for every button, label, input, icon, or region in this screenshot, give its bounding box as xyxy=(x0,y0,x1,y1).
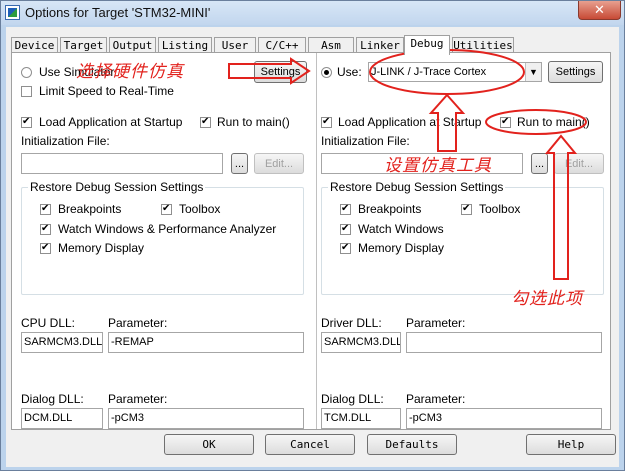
tab-debug[interactable]: Debug xyxy=(404,35,450,55)
left-edit-button: Edit... xyxy=(254,153,304,174)
left-memory-checkbox[interactable] xyxy=(40,243,51,254)
left-restore-title: Restore Debug Session Settings xyxy=(28,180,206,194)
tab-output[interactable]: Output xyxy=(109,37,156,53)
app-icon xyxy=(5,5,20,20)
simulator-settings-button[interactable]: Settings xyxy=(254,61,307,83)
annotation-select-hardware: 选择硬件仿真 xyxy=(76,62,184,82)
cpu-dll-input[interactable]: SARMCM3.DLL xyxy=(21,332,103,353)
right-init-file-label: Initialization File: xyxy=(321,134,410,148)
left-dialog-param-input[interactable]: -pCM3 xyxy=(108,408,304,429)
limit-speed-checkbox[interactable] xyxy=(21,86,32,97)
left-run-to-main-checkbox[interactable] xyxy=(200,117,211,128)
right-breakpoints-checkbox[interactable] xyxy=(340,204,351,215)
left-run-to-main-label: Run to main() xyxy=(217,115,290,129)
defaults-button[interactable]: Defaults xyxy=(367,434,457,455)
cpu-dll-label: CPU DLL: xyxy=(21,316,76,330)
ok-button[interactable]: OK xyxy=(164,434,254,455)
left-dialog-dll-input[interactable]: DCM.DLL xyxy=(21,408,103,429)
left-dialog-param-label: Parameter: xyxy=(108,392,168,406)
title-bar[interactable]: Options for Target 'STM32-MINI' ✕ xyxy=(1,1,624,25)
use-driver-radio[interactable] xyxy=(321,67,332,78)
right-dialog-dll-input[interactable]: TCM.DLL xyxy=(321,408,401,429)
left-toolbox-label: Toolbox xyxy=(179,202,221,216)
right-run-to-main-label: Run to main() xyxy=(517,115,590,129)
right-memory-checkbox[interactable] xyxy=(340,243,351,254)
left-init-file-label: Initialization File: xyxy=(21,134,110,148)
tab-utilities[interactable]: Utilities xyxy=(452,37,514,53)
right-restore-group: Restore Debug Session Settings Breakpoin… xyxy=(321,180,604,295)
driver-select[interactable]: J-LINK / J-Trace Cortex ▼ xyxy=(368,62,542,82)
annotation-check-this: 勾选此项 xyxy=(511,289,583,309)
right-dialog-param-input[interactable]: -pCM3 xyxy=(406,408,602,429)
debug-page: Use Simulator Settings Limit Speed to Re… xyxy=(11,52,611,430)
left-watch-label: Watch Windows & Performance Analyzer xyxy=(58,222,277,236)
driver-param-input[interactable] xyxy=(406,332,602,353)
annotation-set-tool: 设置仿真工具 xyxy=(384,156,492,176)
left-memory-label: Memory Display xyxy=(58,241,145,255)
tab-device[interactable]: Device xyxy=(11,37,58,53)
column-divider xyxy=(316,53,317,429)
use-simulator-radio[interactable] xyxy=(21,67,32,78)
left-breakpoints-checkbox[interactable] xyxy=(40,204,51,215)
tab-listing[interactable]: Listing xyxy=(158,37,212,53)
right-run-to-main-checkbox[interactable] xyxy=(500,117,511,128)
dialog-client: Device Target Output Listing User C/C++ … xyxy=(6,27,619,467)
driver-select-value: J-LINK / J-Trace Cortex xyxy=(371,66,487,78)
left-restore-group: Restore Debug Session Settings Breakpoin… xyxy=(21,180,304,295)
tab-target[interactable]: Target xyxy=(60,37,107,53)
left-watch-checkbox[interactable] xyxy=(40,224,51,235)
driver-settings-button[interactable]: Settings xyxy=(548,61,603,83)
right-watch-label: Watch Windows xyxy=(358,222,444,236)
chevron-down-icon[interactable]: ▼ xyxy=(525,63,541,81)
tab-asm[interactable]: Asm xyxy=(308,37,354,53)
right-load-app-label: Load Application at Startup xyxy=(338,115,482,129)
tab-user[interactable]: User xyxy=(214,37,256,53)
left-browse-button[interactable]: ... xyxy=(231,153,248,174)
left-toolbox-checkbox[interactable] xyxy=(161,204,172,215)
right-edit-button: Edit... xyxy=(554,153,604,174)
left-init-file-input[interactable] xyxy=(21,153,223,174)
driver-dll-input[interactable]: SARMCM3.DLL xyxy=(321,332,401,353)
right-toolbox-checkbox[interactable] xyxy=(461,204,472,215)
right-dialog-dll-label: Dialog DLL: xyxy=(321,392,384,406)
right-browse-button[interactable]: ... xyxy=(531,153,548,174)
driver-param-label: Parameter: xyxy=(406,316,466,330)
dialog-window: Options for Target 'STM32-MINI' ✕ Device… xyxy=(0,0,625,471)
tab-linker[interactable]: Linker xyxy=(356,37,404,53)
limit-speed-label: Limit Speed to Real-Time xyxy=(39,84,174,98)
right-load-app-checkbox[interactable] xyxy=(321,117,332,128)
help-button[interactable]: Help xyxy=(526,434,616,455)
window-title: Options for Target 'STM32-MINI' xyxy=(25,5,211,20)
cpu-param-input[interactable]: -REMAP xyxy=(108,332,304,353)
tab-c-cpp[interactable]: C/C++ xyxy=(258,37,306,53)
left-dialog-dll-label: Dialog DLL: xyxy=(21,392,84,406)
driver-dll-label: Driver DLL: xyxy=(321,316,382,330)
left-breakpoints-label: Breakpoints xyxy=(58,202,122,216)
right-toolbox-label: Toolbox xyxy=(479,202,521,216)
right-dialog-param-label: Parameter: xyxy=(406,392,466,406)
cpu-param-label: Parameter: xyxy=(108,316,168,330)
cancel-button[interactable]: Cancel xyxy=(265,434,355,455)
close-button[interactable]: ✕ xyxy=(578,1,621,20)
use-label: Use: xyxy=(337,65,362,79)
left-load-app-checkbox[interactable] xyxy=(21,117,32,128)
right-restore-title: Restore Debug Session Settings xyxy=(328,180,506,194)
right-watch-checkbox[interactable] xyxy=(340,224,351,235)
left-load-app-label: Load Application at Startup xyxy=(39,115,183,129)
right-breakpoints-label: Breakpoints xyxy=(358,202,422,216)
right-memory-label: Memory Display xyxy=(358,241,445,255)
